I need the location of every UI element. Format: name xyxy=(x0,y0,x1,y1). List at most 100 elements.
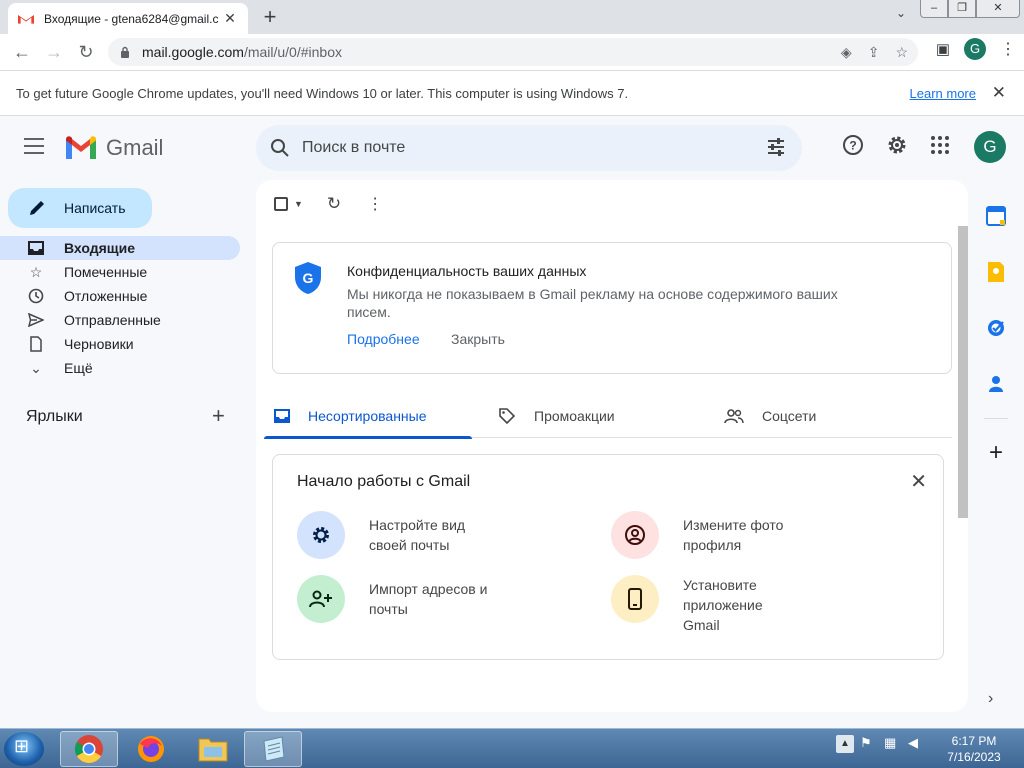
back-arrow-icon[interactable]: ← xyxy=(6,36,38,68)
chrome-profile-avatar[interactable]: G xyxy=(964,38,986,60)
url-host: mail.google.com xyxy=(142,44,244,60)
sidebar-item-inbox[interactable]: Входящие xyxy=(0,236,240,260)
send-icon xyxy=(28,312,44,328)
getting-started-close-icon[interactable]: ✕ xyxy=(910,469,927,494)
tracking-protection-icon[interactable]: ◈ xyxy=(841,44,852,61)
taskbar-clock[interactable]: 6:17 PM 7/16/2023 xyxy=(934,733,1014,765)
getting-started-item-import[interactable]: Импорт адресов и почты xyxy=(297,575,499,623)
side-panel-addons: + xyxy=(980,188,1012,481)
sidebar-item-label: Входящие xyxy=(64,240,135,256)
clock-icon xyxy=(28,288,44,304)
add-label-icon[interactable]: + xyxy=(212,403,225,429)
tab-promotions[interactable]: Промоакции xyxy=(498,394,615,438)
getting-started-card: Начало работы с Gmail ✕ Настройте вид св… xyxy=(272,454,944,660)
action-center-flag-icon[interactable]: ⚑ xyxy=(860,735,878,753)
share-icon[interactable]: ⇪ xyxy=(868,44,880,61)
address-bar[interactable]: mail.google.com/mail/u/0/#inbox ◈ ⇪ ☆ xyxy=(108,38,918,66)
getting-started-item-photo[interactable]: Измените фото профиля xyxy=(611,511,813,559)
phone-icon xyxy=(611,575,659,623)
taskbar-notepad-icon[interactable] xyxy=(244,731,302,767)
restore-button[interactable]: ❐ xyxy=(948,0,976,18)
network-icon[interactable]: ▦ xyxy=(884,735,902,753)
window-close-button[interactable]: ✕ xyxy=(976,0,1020,18)
chrome-menu-icon[interactable]: ⋮ xyxy=(1000,39,1016,59)
infobar-message: To get future Google Chrome updates, you… xyxy=(16,85,629,101)
bookmark-star-icon[interactable]: ☆ xyxy=(895,44,908,61)
infobar-close-icon[interactable]: ✕ xyxy=(992,83,1006,103)
compose-button[interactable]: Написать xyxy=(8,188,152,228)
main-scrollbar[interactable] xyxy=(958,226,968,518)
tab-primary[interactable]: Несортированные xyxy=(264,394,472,439)
getting-started-label: Установите приложение Gmail xyxy=(683,577,763,633)
sidebar-item-drafts[interactable]: Черновики xyxy=(0,332,240,356)
tab-label: Промоакции xyxy=(534,408,615,424)
account-avatar[interactable]: G xyxy=(974,131,1006,163)
taskbar-explorer-icon[interactable] xyxy=(184,731,242,767)
sidebar-item-starred[interactable]: ☆ Помеченные xyxy=(0,260,240,284)
tasks-icon[interactable] xyxy=(980,300,1012,356)
browser-tab-inbox[interactable]: Входящие - gtena6284@gmail.c ✕ xyxy=(8,3,248,34)
main-menu-icon[interactable] xyxy=(24,138,44,154)
gmail-logo[interactable]: Gmail xyxy=(64,135,163,161)
taskbar-chrome-icon[interactable] xyxy=(60,731,118,767)
draft-file-icon xyxy=(28,336,44,352)
svg-text:?: ? xyxy=(849,139,856,153)
hide-side-panel-chevron-icon[interactable]: › xyxy=(988,690,993,708)
url-text: mail.google.com/mail/u/0/#inbox xyxy=(142,44,342,60)
learn-more-link[interactable]: Learn more xyxy=(910,86,976,101)
windows-taskbar: ▲ ⚑ ▦ ◀ 6:17 PM 7/16/2023 xyxy=(0,728,1024,768)
sidebar-item-snoozed[interactable]: Отложенные xyxy=(0,284,240,308)
getting-started-item-customize[interactable]: Настройте вид своей почты xyxy=(297,511,499,559)
star-icon: ☆ xyxy=(29,263,43,280)
start-button[interactable] xyxy=(4,732,44,766)
refresh-icon[interactable]: ↻ xyxy=(327,194,341,214)
getting-started-label: Измените фото профиля xyxy=(683,517,784,553)
pencil-icon xyxy=(30,201,44,215)
sidebar-nav: Входящие ☆ Помеченные Отложенные Отправл… xyxy=(0,236,240,380)
add-person-icon xyxy=(297,575,345,623)
help-icon[interactable]: ? xyxy=(842,134,864,156)
mail-search-bar[interactable]: Поиск в почте xyxy=(256,125,802,171)
more-options-icon[interactable]: ⋮ xyxy=(367,194,383,214)
privacy-card: G Конфиденциальность ваших данных Мы ник… xyxy=(272,242,952,374)
browser-tab-title: Входящие - gtena6284@gmail.c xyxy=(44,11,219,26)
sidebar-item-more[interactable]: ⌄ Ещё xyxy=(0,356,240,380)
getting-started-item-app[interactable]: Установите приложение Gmail xyxy=(611,575,783,635)
tab-close-icon[interactable]: ✕ xyxy=(222,10,238,27)
privacy-body: Мы никогда не показываем в Gmail рекламу… xyxy=(347,286,838,320)
select-dropdown-icon[interactable]: ▼ xyxy=(294,199,303,209)
calendar-icon[interactable] xyxy=(980,188,1012,244)
get-addons-plus-icon[interactable]: + xyxy=(980,425,1012,481)
new-tab-button[interactable]: + xyxy=(260,4,280,30)
select-all-checkbox[interactable] xyxy=(274,197,288,211)
privacy-more-link[interactable]: Подробнее xyxy=(347,331,420,347)
privacy-close-link[interactable]: Закрыть xyxy=(451,331,505,347)
search-options-icon[interactable] xyxy=(766,137,786,157)
search-input[interactable]: Поиск в почте xyxy=(302,139,405,157)
forward-arrow-icon[interactable]: → xyxy=(38,36,70,68)
contacts-icon[interactable] xyxy=(980,356,1012,412)
volume-muted-icon[interactable]: ◀ xyxy=(908,735,926,753)
profile-photo-icon xyxy=(611,511,659,559)
taskbar-firefox-icon[interactable] xyxy=(122,731,180,767)
sidebar-item-label: Ещё xyxy=(64,360,93,376)
gmail-wordmark: Gmail xyxy=(106,135,164,160)
tab-search-chevron-icon[interactable]: ⌄ xyxy=(896,6,906,20)
search-icon[interactable] xyxy=(270,138,290,158)
tab-label: Несортированные xyxy=(308,408,427,424)
compose-label: Написать xyxy=(64,200,126,216)
reload-icon[interactable]: ↻ xyxy=(70,36,102,68)
tag-icon xyxy=(499,408,516,425)
show-hidden-icons-icon[interactable]: ▲ xyxy=(836,735,854,753)
minimize-button[interactable]: – xyxy=(920,0,948,18)
privacy-title: Конфиденциальность ваших данных xyxy=(347,263,587,279)
keep-icon[interactable] xyxy=(980,244,1012,300)
sidebar-item-sent[interactable]: Отправленные xyxy=(0,308,240,332)
system-tray: ▲ ⚑ ▦ ◀ xyxy=(836,735,926,753)
google-apps-icon[interactable] xyxy=(930,135,950,155)
tab-social[interactable]: Соцсети xyxy=(724,394,816,438)
gmail-m-icon xyxy=(66,136,96,159)
settings-gear-icon[interactable] xyxy=(886,134,908,156)
side-panel-icon[interactable]: ▣ xyxy=(936,40,950,58)
tab-strip: Входящие - gtena6284@gmail.c ✕ + ⌄ – ❐ ✕ xyxy=(0,0,1024,34)
